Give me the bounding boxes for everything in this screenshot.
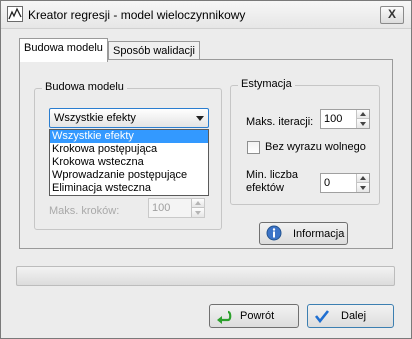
info-button[interactable]: Informacja xyxy=(259,222,348,245)
arrow-up-icon xyxy=(360,176,366,180)
tab-budowa-modelu[interactable]: Budowa modelu xyxy=(19,38,108,62)
min-effects-stepper[interactable]: 0 xyxy=(320,173,370,193)
max-steps-stepper[interactable]: 100 xyxy=(148,198,205,218)
max-steps-label: Maks. kroków: xyxy=(49,205,120,217)
tab-label: Budowa modelu xyxy=(24,42,103,54)
close-icon: X xyxy=(387,7,396,21)
stepper-down-button[interactable] xyxy=(357,183,369,192)
arrow-up-icon xyxy=(195,201,201,205)
max-iterations-stepper[interactable]: 100 xyxy=(320,109,370,129)
no-intercept-label: Bez wyrazu wolnego xyxy=(265,141,366,153)
back-arrow-icon xyxy=(216,308,232,324)
info-button-label: Informacja xyxy=(293,228,345,240)
close-button[interactable]: X xyxy=(380,6,404,24)
progress-bar xyxy=(16,266,395,286)
stepper-up-button[interactable] xyxy=(357,174,369,183)
dropdown-option[interactable]: Wprowadzanie postępujące xyxy=(50,169,208,182)
arrow-down-icon xyxy=(360,186,366,190)
select-value: Wszystkie efekty xyxy=(54,112,136,124)
chevron-down-icon[interactable] xyxy=(196,116,204,121)
arrow-down-icon xyxy=(360,122,366,126)
max-iterations-label: Maks. iteracji: xyxy=(246,116,314,128)
min-effects-label: Min. liczba xyxy=(246,169,298,181)
title-bar[interactable]: Kreator regresji - model wieloczynnikowy… xyxy=(1,1,411,29)
next-button-label: Dalej xyxy=(341,310,367,322)
checkmark-icon xyxy=(314,308,330,324)
dialog-window: Kreator regresji - model wieloczynnikowy… xyxy=(0,0,412,339)
stepper-down-button[interactable] xyxy=(357,119,369,128)
tab-label: Sposób walidacji xyxy=(113,45,195,57)
group-title: Estymacja xyxy=(238,78,295,90)
no-intercept-checkbox[interactable] xyxy=(247,141,260,154)
dropdown-option[interactable]: Wszystkie efekty xyxy=(50,130,208,143)
group-title: Budowa modelu xyxy=(42,81,127,93)
min-effects-label-line2: efektów xyxy=(246,182,284,194)
dropdown-option[interactable]: Krokowa wsteczna xyxy=(50,156,208,169)
dropdown-option[interactable]: Krokowa postępująca xyxy=(50,143,208,156)
window-title: Kreator regresji - model wieloczynnikowy xyxy=(28,8,246,22)
regression-app-icon xyxy=(7,6,23,22)
arrow-down-icon xyxy=(195,211,201,215)
stepper-down-button[interactable] xyxy=(192,208,204,217)
model-building-select[interactable]: Wszystkie efekty xyxy=(49,108,209,128)
back-button[interactable]: Powrót xyxy=(209,304,299,328)
stepper-value: 100 xyxy=(324,113,343,125)
stepper-value: 0 xyxy=(324,177,331,189)
model-building-dropdown: Wszystkie efekty Krokowa postępująca Kro… xyxy=(49,129,209,196)
stepper-value: 100 xyxy=(152,202,171,214)
stepper-up-button[interactable] xyxy=(357,110,369,119)
back-button-label: Powrót xyxy=(240,310,275,322)
info-icon xyxy=(266,225,282,241)
arrow-up-icon xyxy=(360,112,366,116)
stepper-up-button[interactable] xyxy=(192,199,204,208)
dropdown-option[interactable]: Eliminacja wsteczna xyxy=(50,182,208,195)
next-button[interactable]: Dalej xyxy=(307,304,394,328)
